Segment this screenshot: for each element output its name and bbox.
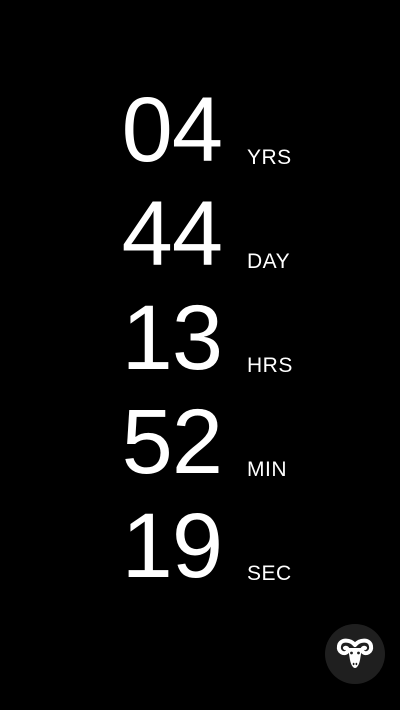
countdown-row-days: 44 DAY	[0, 180, 400, 280]
hours-value: 13	[121, 287, 223, 389]
countdown-row-seconds: 19 SEC	[0, 492, 400, 592]
ram-head-icon	[336, 638, 374, 668]
seconds-unit-label: SEC	[247, 562, 292, 585]
years-unit-label: YRS	[247, 146, 292, 169]
minutes-unit-label: MIN	[247, 458, 287, 481]
days-unit-label: DAY	[247, 250, 291, 273]
countdown-row-years: 04 YRS	[0, 76, 400, 176]
countdown-row-minutes: 52 MIN	[0, 388, 400, 488]
ram-logo-button[interactable]	[325, 624, 385, 684]
days-value: 44	[121, 183, 223, 285]
countdown-row-hours: 13 HRS	[0, 284, 400, 384]
seconds-value: 19	[121, 495, 223, 597]
countdown-display: 04 YRS 44 DAY 13 HRS 52 MIN 19 SEC	[0, 0, 400, 710]
minutes-value: 52	[121, 391, 223, 493]
hours-unit-label: HRS	[247, 354, 293, 377]
years-value: 04	[121, 79, 223, 181]
